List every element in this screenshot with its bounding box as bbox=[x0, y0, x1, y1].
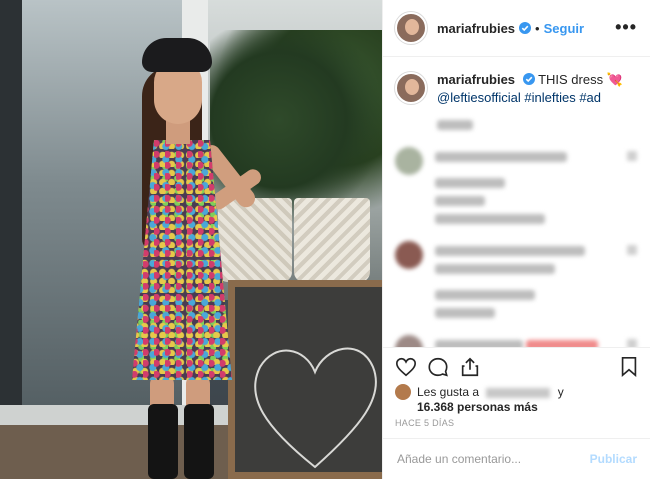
caption-body: THIS dress bbox=[538, 72, 604, 87]
caption: mariafrubies THIS dress 💘 @leftiesoffici… bbox=[395, 71, 637, 133]
likes-prefix: Les gusta a bbox=[417, 385, 480, 399]
blurred-text bbox=[435, 213, 545, 224]
comment-icon[interactable] bbox=[427, 356, 449, 378]
avatar bbox=[395, 335, 423, 347]
avatar bbox=[395, 147, 423, 175]
action-bar bbox=[383, 347, 650, 387]
likes-conjunction: y bbox=[557, 385, 564, 399]
comment-body bbox=[435, 241, 621, 321]
blurred-text bbox=[435, 289, 535, 300]
caption-username[interactable]: mariafrubies bbox=[437, 72, 515, 87]
comment-body bbox=[435, 335, 621, 347]
post-timestamp[interactable]: HACE 5 DÍAS bbox=[395, 418, 454, 428]
caption-blurred-line bbox=[437, 115, 623, 133]
bookmark-icon[interactable] bbox=[619, 356, 639, 378]
avatar bbox=[395, 384, 411, 400]
post-username[interactable]: mariafrubies bbox=[437, 21, 515, 36]
blurred-text bbox=[435, 151, 567, 162]
beret-hat bbox=[142, 38, 212, 72]
boot bbox=[184, 404, 214, 479]
likes-summary: Les gusta a y 16.368 personas más bbox=[395, 384, 645, 415]
list-item bbox=[395, 335, 637, 347]
publish-button[interactable]: Publicar bbox=[590, 452, 637, 466]
person bbox=[126, 38, 286, 479]
comments-list[interactable]: mariafrubies THIS dress 💘 @leftiesoffici… bbox=[383, 57, 650, 347]
post-photo[interactable] bbox=[0, 0, 382, 479]
comment-body bbox=[435, 147, 621, 227]
comment-input[interactable] bbox=[397, 452, 590, 466]
blurred-text bbox=[435, 177, 505, 188]
blurred-text bbox=[435, 245, 585, 256]
avatar[interactable] bbox=[395, 72, 427, 104]
more-options-icon[interactable]: ••• bbox=[615, 17, 637, 37]
verified-badge-icon bbox=[519, 22, 532, 34]
blurred-text bbox=[437, 119, 473, 130]
likes-count-link[interactable]: 16.368 personas más bbox=[417, 400, 538, 414]
hashtags-link[interactable]: #inlefties #ad bbox=[524, 90, 601, 105]
blurred-text bbox=[435, 195, 485, 206]
list-item bbox=[395, 147, 637, 227]
post-header: mariafrubies • Seguir ••• bbox=[383, 0, 650, 57]
comment-form: Publicar bbox=[383, 438, 650, 479]
list-item bbox=[395, 241, 637, 321]
blurred-text bbox=[435, 263, 555, 274]
avatar[interactable] bbox=[395, 12, 427, 44]
heart-emoji: 💘 bbox=[606, 72, 623, 87]
blurred-text bbox=[435, 339, 523, 347]
follow-button[interactable]: Seguir bbox=[544, 21, 584, 36]
boot bbox=[148, 404, 178, 479]
share-icon[interactable] bbox=[459, 356, 481, 378]
heart-icon[interactable] bbox=[627, 151, 637, 161]
plant-basket bbox=[294, 198, 370, 282]
blurred-text bbox=[526, 339, 599, 347]
heart-icon[interactable] bbox=[395, 356, 417, 378]
blurred-text bbox=[435, 307, 495, 318]
separator-dot: • bbox=[535, 20, 540, 36]
post-side-panel: mariafrubies • Seguir ••• mariafrubies T… bbox=[382, 0, 650, 479]
mention-link[interactable]: @leftiesofficial bbox=[437, 90, 521, 105]
avatar bbox=[395, 241, 423, 269]
heart-icon[interactable] bbox=[627, 245, 637, 255]
caption-text: mariafrubies THIS dress 💘 @leftiesoffici… bbox=[437, 71, 623, 133]
heart-icon[interactable] bbox=[627, 339, 637, 347]
verified-badge-icon bbox=[522, 73, 535, 85]
blurred-username bbox=[486, 387, 551, 398]
